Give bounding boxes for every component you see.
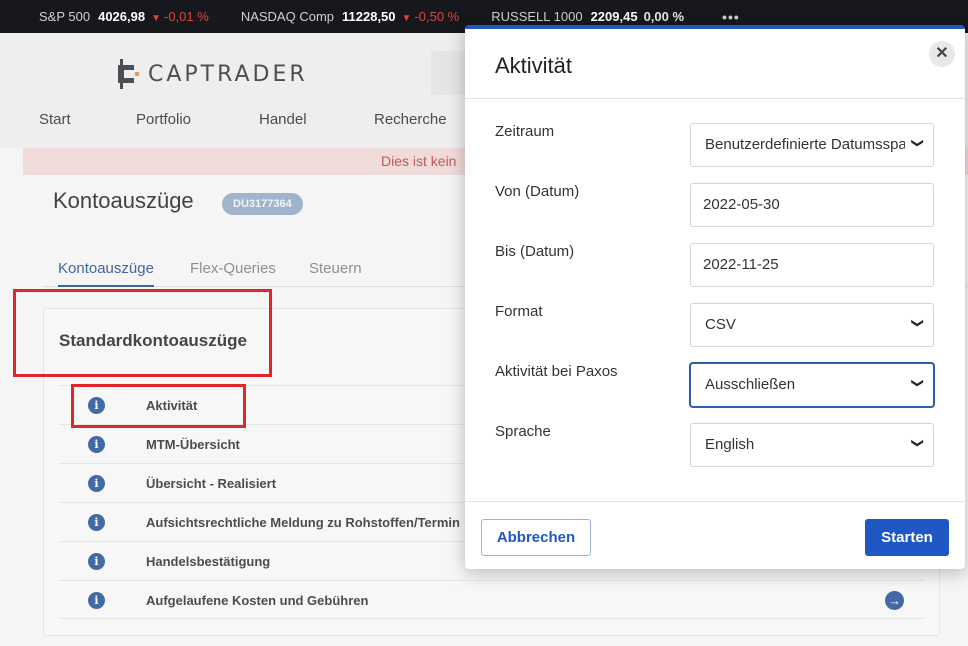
cancel-button[interactable]: Abbrechen [481,519,591,556]
field-label: Von (Datum) [495,183,580,200]
ticker-name: NASDAQ Comp [240,9,335,24]
chevron-down-icon: ❯ [910,137,925,149]
select-value: Ausschließen [705,376,796,393]
more-dots-icon[interactable]: ••• [722,9,740,25]
chevron-down-icon: ❯ [910,437,925,449]
ticker-name: RUSSELL 1000 [491,9,583,24]
ticker-name: S&P 500 [39,9,91,24]
ticker-change: ▼ -0,01 % [151,9,209,24]
ticker-item-sp500[interactable]: S&P 500 4026,98 ▼ -0,01 % [39,9,209,24]
field-format: Format CSV ❯ [465,303,965,347]
field-bis-datum: Bis (Datum) 2022-11-25 [465,243,965,287]
field-sprache: Sprache English ❯ [465,423,965,467]
chevron-down-icon: ❯ [910,377,925,389]
ticker-item-russell[interactable]: RUSSELL 1000 2209,45 0,00 % [491,9,684,24]
field-label: Zeitraum [495,123,555,140]
field-label: Bis (Datum) [495,243,575,260]
activity-dialog: Aktivität ✕ Zeitraum Benutzerdefinierte … [465,25,965,569]
ticker-value: 4026,98 [98,9,146,24]
select-value: Benutzerdefinierte Datumsspanne [705,136,905,153]
select-value: English [705,436,755,453]
field-paxos: Aktivität bei Paxos Ausschließen ❯ [465,363,965,407]
field-von-datum: Von (Datum) 2022-05-30 [465,183,965,227]
chevron-down-icon: ❯ [910,317,925,329]
ticker-value: 2209,45 [590,9,638,24]
input-value: 2022-05-30 [703,196,780,213]
start-button[interactable]: Starten [865,519,949,556]
ticker-change: ▼ -0,50 % [401,9,460,24]
select-value: CSV [705,316,736,333]
ticker-item-nasdaq[interactable]: NASDAQ Comp 11228,50 ▼ -0,50 % [241,9,459,24]
down-triangle-icon: ▼ [401,13,412,24]
field-label: Format [495,303,543,320]
dialog-header-divider [465,98,965,99]
ticker-value: 11228,50 [342,9,396,24]
dialog-footer-divider [465,501,965,502]
format-select[interactable]: CSV ❯ [690,303,934,347]
field-zeitraum: Zeitraum Benutzerdefinierte Datumsspanne… [465,123,965,167]
input-value: 2022-11-25 [703,256,779,273]
dialog-title: Aktivität [495,53,573,78]
field-label: Sprache [495,423,551,440]
close-icon[interactable]: ✕ [929,41,955,67]
paxos-select[interactable]: Ausschließen ❯ [690,363,934,407]
down-triangle-icon: ▼ [151,13,161,24]
von-datum-input[interactable]: 2022-05-30 [690,183,934,227]
zeitraum-select[interactable]: Benutzerdefinierte Datumsspanne ❯ [690,123,934,167]
highlight-box-panel-title [13,289,272,377]
ticker-change: 0,00 % [643,9,685,24]
bis-datum-input[interactable]: 2022-11-25 [690,243,934,287]
highlight-box-activity [71,384,246,428]
field-label: Aktivität bei Paxos [495,363,618,380]
sprache-select[interactable]: English ❯ [690,423,934,467]
